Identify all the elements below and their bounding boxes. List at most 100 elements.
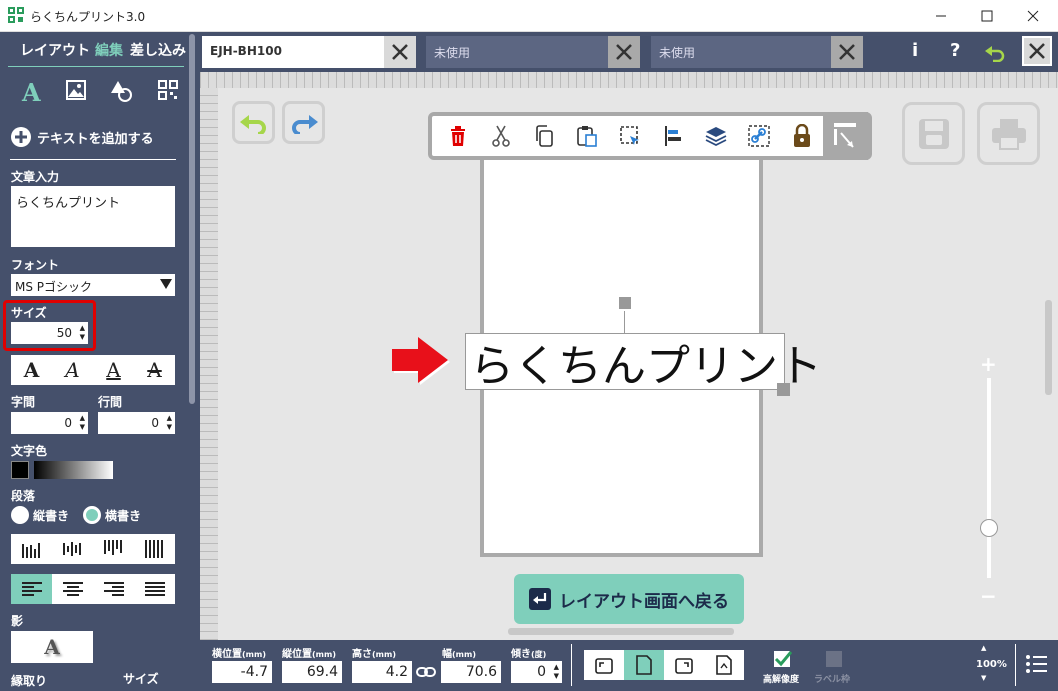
- text-category-icon[interactable]: A: [22, 78, 41, 107]
- underline-style-button[interactable]: A: [93, 355, 134, 385]
- maximize-button[interactable]: [964, 0, 1010, 32]
- justify-bottom-button[interactable]: [93, 534, 134, 564]
- close-icon[interactable]: [608, 36, 640, 68]
- aspect-link-icon[interactable]: [416, 665, 436, 679]
- spinner-arrows-icon[interactable]: ▲ ▼: [80, 414, 85, 432]
- align-center-button[interactable]: [52, 574, 93, 604]
- list-menu-icon[interactable]: [1026, 654, 1048, 674]
- help-button[interactable]: ?: [950, 40, 960, 61]
- spinner-arrows-icon[interactable]: ▲ ▼: [80, 324, 85, 342]
- enter-arrow-icon: [529, 588, 551, 610]
- dropdown-arrow-icon: [160, 278, 172, 290]
- char-spacing-input[interactable]: 0 ▲ ▼: [11, 412, 88, 434]
- justify-top-button[interactable]: [11, 534, 52, 564]
- rotate-right-button[interactable]: [664, 650, 704, 680]
- tab-bar: EJH-BH100 未使用 未使用 i ?: [200, 32, 1058, 72]
- back-to-layout-button[interactable]: レイアウト画面へ戻る: [514, 574, 744, 624]
- tab-unused-2[interactable]: 未使用: [651, 36, 863, 68]
- justify-center-button[interactable]: [52, 534, 93, 564]
- align-right-button[interactable]: [93, 574, 134, 604]
- vertical-writing-option[interactable]: 縦書き: [11, 506, 69, 524]
- bold-style-button[interactable]: A: [11, 355, 52, 385]
- layer-button[interactable]: [694, 116, 737, 156]
- text-input-field[interactable]: らくちんプリント: [11, 186, 175, 247]
- zoom-out-button[interactable]: −: [980, 584, 997, 608]
- app-close-button[interactable]: [1022, 36, 1052, 66]
- window-close-button[interactable]: [1010, 0, 1056, 32]
- minimize-button[interactable]: [918, 0, 964, 32]
- zoom-slider-track[interactable]: [980, 378, 998, 578]
- zoom-down-arrow[interactable]: ▼: [981, 674, 986, 682]
- font-select[interactable]: MS Pゴシック: [11, 274, 175, 296]
- redo-icon: [291, 114, 318, 134]
- return-icon[interactable]: [985, 42, 1007, 62]
- image-category-icon[interactable]: [66, 80, 86, 100]
- orientation-group: [584, 650, 744, 680]
- redo-button[interactable]: [282, 101, 325, 144]
- height-input[interactable]: 4.2: [352, 661, 412, 683]
- tab-ejh-bh100[interactable]: EJH-BH100: [202, 36, 416, 68]
- justify-even-button[interactable]: [134, 534, 175, 564]
- rotate-left-button[interactable]: [584, 650, 624, 680]
- font-select-value: MS Pゴシック: [15, 280, 93, 294]
- info-button[interactable]: i: [912, 40, 918, 61]
- label-frame-checkbox[interactable]: [826, 651, 842, 667]
- paste-button[interactable]: [565, 116, 608, 156]
- height-label: 高さ(mm): [352, 649, 396, 660]
- qrcode-category-icon[interactable]: [158, 80, 178, 100]
- resize-handle[interactable]: [777, 383, 790, 396]
- size-input[interactable]: 50 ▲ ▼: [11, 322, 88, 344]
- zoom-slider-thumb[interactable]: [980, 519, 998, 537]
- vertical-scrollbar[interactable]: [1045, 300, 1052, 395]
- add-text-button[interactable]: テキストを追加する: [10, 126, 154, 148]
- high-res-checkbox[interactable]: [773, 650, 793, 668]
- zoom-in-button[interactable]: +: [980, 352, 997, 376]
- shadow-preview-button[interactable]: A: [11, 631, 93, 663]
- sidebar-scrollbar[interactable]: [189, 34, 195, 404]
- color-gradient-slider[interactable]: [34, 461, 113, 479]
- horizontal-writing-option[interactable]: 横書き: [83, 506, 141, 524]
- mode-tab-merge[interactable]: 差し込み: [130, 40, 186, 60]
- tab-unused-1[interactable]: 未使用: [426, 36, 640, 68]
- toolbar-toggle-button[interactable]: [823, 111, 868, 160]
- cut-button[interactable]: [479, 116, 522, 156]
- close-icon[interactable]: [831, 36, 863, 68]
- align-justify-button[interactable]: [134, 574, 175, 604]
- italic-style-button[interactable]: A: [52, 355, 93, 385]
- copy-button[interactable]: [522, 116, 565, 156]
- delete-button[interactable]: [436, 116, 479, 156]
- align-button[interactable]: [651, 116, 694, 156]
- text-color-swatch[interactable]: [11, 461, 29, 479]
- align-left-button[interactable]: [11, 574, 52, 604]
- strikethrough-style-button[interactable]: A: [134, 355, 175, 385]
- vertical-ruler: [200, 88, 218, 640]
- line-spacing-input[interactable]: 0 ▲ ▼: [98, 412, 175, 434]
- rotation-input[interactable]: 0 ▲ ▼: [511, 661, 562, 683]
- spinner-arrows-icon[interactable]: ▲ ▼: [554, 663, 559, 681]
- outline-size-label: サイズ: [123, 672, 159, 686]
- horizontal-scrollbar[interactable]: [508, 628, 734, 635]
- horizontal-label: 横書き: [105, 508, 142, 523]
- divider: [1015, 644, 1016, 686]
- mode-tab-edit[interactable]: 編集: [95, 40, 123, 60]
- flip-button[interactable]: [704, 650, 744, 680]
- app-icon: [8, 7, 24, 23]
- shape-category-icon[interactable]: [110, 80, 134, 102]
- y-position-input[interactable]: 69.4: [282, 661, 342, 683]
- undo-button[interactable]: [232, 101, 275, 144]
- group-button[interactable]: [737, 116, 780, 156]
- spinner-arrows-icon[interactable]: ▲ ▼: [167, 414, 172, 432]
- canvas-text-object[interactable]: らくちんプリント: [465, 333, 822, 392]
- portrait-button[interactable]: [624, 650, 664, 680]
- select-button[interactable]: [608, 116, 651, 156]
- x-position-input[interactable]: -4.7: [212, 661, 272, 683]
- mode-tab-layout[interactable]: レイアウト: [20, 40, 90, 60]
- close-icon[interactable]: [384, 36, 416, 68]
- lock-button[interactable]: [780, 116, 823, 156]
- width-input[interactable]: 70.6: [441, 661, 501, 683]
- save-button[interactable]: [902, 102, 965, 165]
- zoom-up-arrow[interactable]: ▲: [981, 644, 986, 652]
- radio-selected-icon: [83, 506, 101, 524]
- print-button[interactable]: [977, 102, 1040, 165]
- rotation-handle[interactable]: [619, 297, 631, 309]
